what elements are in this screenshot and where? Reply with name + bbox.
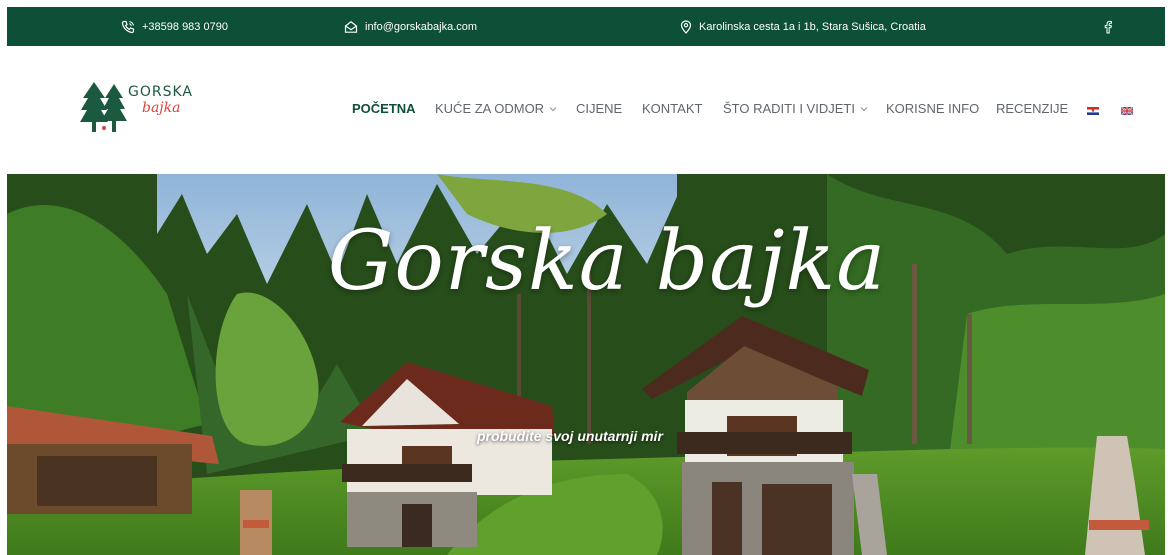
hero-title: Gorska bajka [327,214,887,309]
nav-item-label: KONTAKT [642,101,703,116]
facebook-link[interactable] [1104,7,1112,46]
phone-icon [121,20,135,34]
main-navigation: POČETNA KUĆE ZA ODMOR CIJENE KONTAKT ŠTO… [0,46,1172,174]
nav-item-sto-raditi[interactable]: ŠTO RADITI I VIDJETI [723,101,868,116]
nav-item-cijene[interactable]: CIJENE [576,101,622,116]
site-header: GORSKA bajka POČETNA KUĆE ZA ODMOR CIJEN… [0,46,1172,174]
phone-number: +38598 983 0790 [142,20,228,33]
envelope-icon [344,20,358,34]
address-text: Karolinska cesta 1a i 1b, Stara Sušica, … [699,20,926,33]
facebook-icon [1104,20,1112,34]
nav-item-kontakt[interactable]: KONTAKT [642,101,702,116]
hero-banner: Gorska bajka probudite svoj unutarnji mi… [7,174,1165,555]
nav-item-label: KORISNE INFO [886,101,980,116]
chevron-down-icon [860,106,868,111]
email-contact[interactable]: info@gorskabajka.com [344,7,477,46]
phone-contact[interactable]: +38598 983 0790 [121,7,228,46]
nav-item-label: POČETNA [352,101,416,116]
nav-item-recenzije[interactable]: RECENZIJE [996,101,1068,116]
nav-item-label: RECENZIJE [996,101,1069,116]
nav-item-label: ŠTO RADITI I VIDJETI [723,101,855,116]
address-contact[interactable]: Karolinska cesta 1a i 1b, Stara Sušica, … [680,7,926,46]
croatian-flag-icon[interactable] [1087,107,1099,115]
location-pin-icon [680,19,692,34]
nav-item-label: KUĆE ZA ODMOR [435,101,545,116]
nav-item-label: CIJENE [576,101,623,116]
chevron-down-icon [549,106,557,111]
uk-flag-icon[interactable] [1121,107,1133,115]
nav-item-kuce-za-odmor[interactable]: KUĆE ZA ODMOR [435,101,557,116]
nav-item-pocetna[interactable]: POČETNA [352,101,416,116]
top-contact-bar: +38598 983 0790 info@gorskabajka.com Kar… [7,7,1165,46]
hero-subtitle: probudite svoj unutarnji mir [477,428,663,444]
nav-item-korisne-info[interactable]: KORISNE INFO [886,101,979,116]
email-address: info@gorskabajka.com [365,20,478,33]
